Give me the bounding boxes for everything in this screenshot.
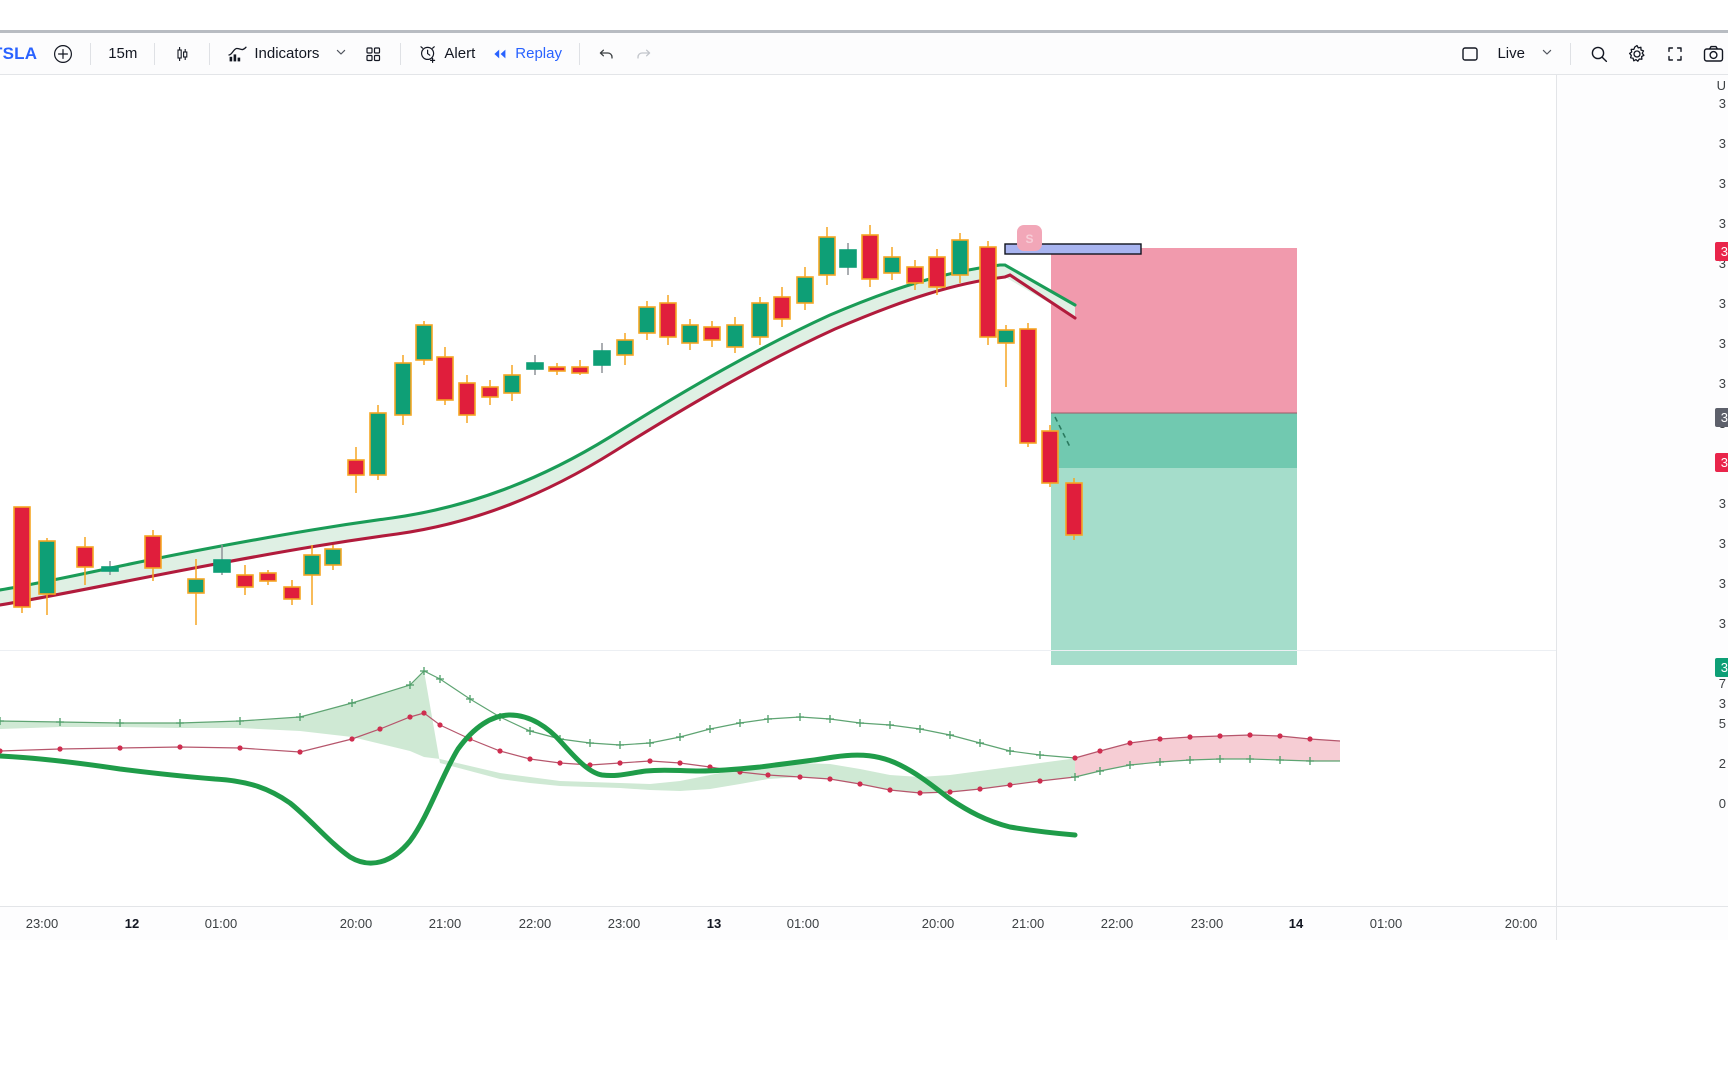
time-axis-label: 01:00 <box>786 916 820 931</box>
redo-arrow-icon <box>633 44 653 64</box>
fullscreen-icon <box>1664 43 1686 65</box>
live-mode-dropdown[interactable] <box>1533 39 1561 69</box>
chart-type-button[interactable] <box>164 39 200 69</box>
price-scale-header: U <box>1716 78 1726 93</box>
live-mode-button[interactable]: Live <box>1489 39 1533 69</box>
indicator-pane[interactable] <box>0 651 1556 906</box>
price-axis-label: 3 <box>1718 176 1726 191</box>
time-axis-label: 23:00 <box>1190 916 1224 931</box>
redo-button[interactable] <box>625 39 661 69</box>
symbol-label: TSLA <box>0 43 38 63</box>
window-chrome-bottom <box>0 940 1728 1080</box>
toolbar-divider <box>154 42 156 65</box>
time-axis-label: 12 <box>124 916 140 931</box>
time-scale[interactable]: 23:00 12 01:00 20:00 21:00 22:00 23:00 13 01:00 2… <box>0 906 1556 940</box>
indicator-axis-label: 2 <box>1718 756 1726 771</box>
time-axis-label: 01:00 <box>1369 916 1403 931</box>
layout-templates-button[interactable] <box>355 39 391 69</box>
indicator-axis-label: 5 <box>1718 716 1726 731</box>
interval-label: 15m <box>108 45 138 62</box>
indicator-axis-label: 7 <box>1718 676 1726 691</box>
window-chrome-top <box>0 0 1728 30</box>
chevron-down-icon <box>1541 46 1553 61</box>
settings-button[interactable] <box>1618 39 1656 69</box>
gear-icon <box>1626 43 1648 65</box>
time-axis-label: 01:00 <box>204 916 238 931</box>
chart-application: TSLA 15m <box>0 0 1728 1080</box>
indicator-axis-label: 0 <box>1718 796 1726 811</box>
search-icon <box>1588 43 1610 65</box>
time-axis-label: 21:00 <box>428 916 462 931</box>
price-axis-label: 3 <box>1718 216 1726 231</box>
entry-trail-dashed <box>1054 416 1071 448</box>
price-pane[interactable]: S <box>0 75 1556 665</box>
search-button[interactable] <box>1580 39 1618 69</box>
replay-button[interactable]: Replay <box>483 39 570 69</box>
time-axis-label: 13 <box>706 916 722 931</box>
replay-label: Replay <box>515 45 562 62</box>
price-scale[interactable]: U333333333333333333337520 <box>1556 75 1728 906</box>
chart-toolbar: TSLA 15m <box>0 33 1728 75</box>
price-label-entry[interactable]: 3 <box>1714 408 1728 427</box>
time-axis-label: 20:00 <box>1504 916 1538 931</box>
indicators-label: Indicators <box>254 45 320 62</box>
layout-button[interactable] <box>1451 39 1489 69</box>
price-axis-label: 3 <box>1718 96 1726 111</box>
toolbar-divider <box>578 42 580 65</box>
chart-canvas-area[interactable]: S U 3 3 3 3 3 3 3 3 3 3 3 3 3 3 3 3 3 7 … <box>0 75 1728 940</box>
indicators-dropdown[interactable] <box>327 39 355 69</box>
time-axis-label: 23:00 <box>607 916 641 931</box>
price-label-last[interactable]: 3 <box>1714 453 1728 472</box>
position-entry-layer: S <box>1004 225 1142 448</box>
indicators-button[interactable]: Indicators <box>219 39 327 69</box>
price-label-stop[interactable]: 3 <box>1714 242 1728 261</box>
alert-button[interactable]: Alert <box>410 39 483 69</box>
square-outline-icon <box>1459 43 1481 65</box>
alarm-clock-icon <box>418 44 438 64</box>
chevron-down-icon <box>335 46 347 61</box>
time-axis-label: 22:00 <box>518 916 552 931</box>
snapshot-button[interactable] <box>1694 39 1728 69</box>
time-axis-label: 23:00 <box>25 916 59 931</box>
price-axis-label: 3 <box>1718 576 1726 591</box>
cloud-oscillator <box>0 667 1341 866</box>
fullscreen-button[interactable] <box>1656 39 1694 69</box>
undo-button[interactable] <box>589 39 625 69</box>
price-axis-label: 3 <box>1718 376 1726 391</box>
price-axis-label: 3 <box>1718 336 1726 351</box>
toolbar-divider <box>90 42 92 65</box>
live-label: Live <box>1497 45 1525 62</box>
time-axis-label: 20:00 <box>339 916 373 931</box>
toolbar-divider <box>400 42 402 65</box>
short-position-marker[interactable]: S <box>1017 225 1042 251</box>
add-symbol-button[interactable] <box>45 39 81 69</box>
replay-rewind-icon <box>491 45 509 63</box>
alert-label: Alert <box>444 45 476 62</box>
price-axis-label: 3 <box>1718 136 1726 151</box>
indicators-icon <box>227 44 248 64</box>
symbol-button[interactable]: TSLA <box>0 39 45 69</box>
price-axis-label: 3 <box>1718 296 1726 311</box>
price-axis-label: 3 <box>1718 696 1726 711</box>
candlestick-icon <box>172 44 192 64</box>
toolbar-divider <box>209 42 211 65</box>
price-axis-label: 3 <box>1718 536 1726 551</box>
camera-icon <box>1702 43 1726 65</box>
cloud-upper-line <box>0 670 1076 759</box>
plus-circle-icon <box>53 44 73 64</box>
time-scale-corner[interactable] <box>1556 906 1728 940</box>
cloud-red-fill <box>1075 735 1340 777</box>
svg-text:S: S <box>1025 232 1033 246</box>
time-axis-label: 22:00 <box>1100 916 1134 931</box>
price-axis-label: 3 <box>1718 616 1726 631</box>
interval-button[interactable]: 15m <box>100 39 145 69</box>
time-axis-label: 14 <box>1288 916 1304 931</box>
toolbar-divider <box>1570 42 1571 65</box>
time-axis-label: 20:00 <box>921 916 955 931</box>
time-axis-label: 21:00 <box>1011 916 1045 931</box>
undo-arrow-icon <box>597 44 617 64</box>
price-label-target[interactable]: 3 <box>1714 658 1728 677</box>
grid-layout-icon <box>363 44 383 64</box>
price-axis-label: 3 <box>1718 496 1726 511</box>
